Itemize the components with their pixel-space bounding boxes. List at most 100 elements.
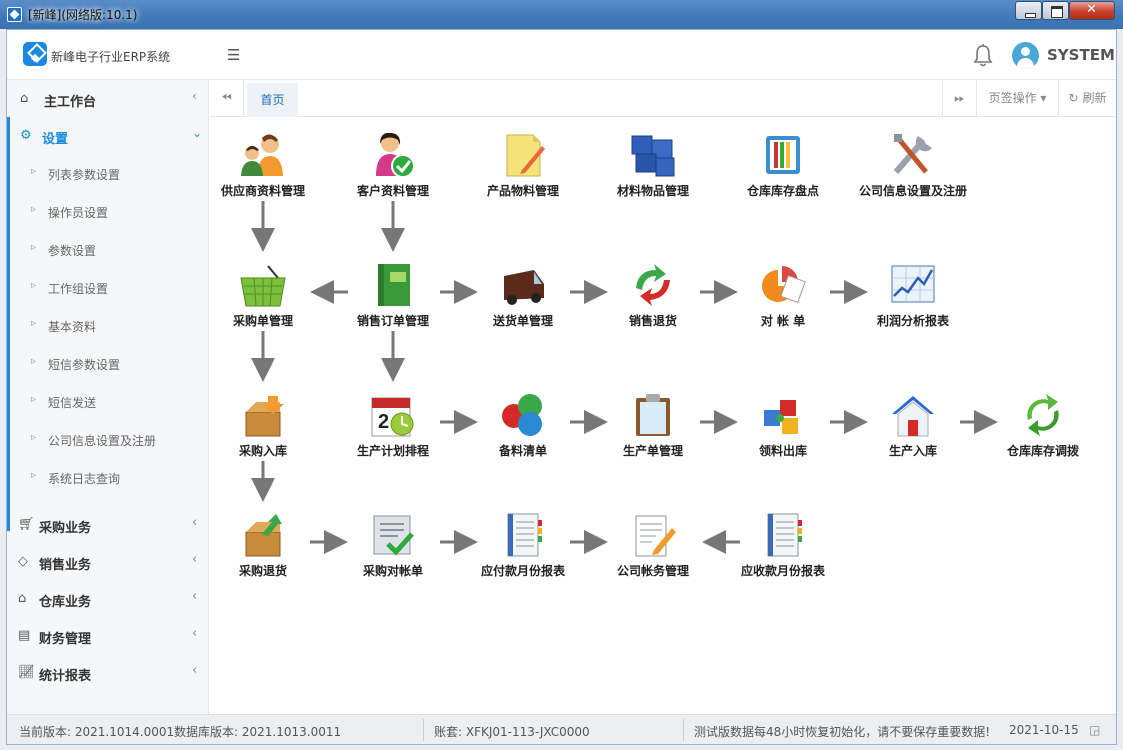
window-title: [新峰](网络版:10.1)	[28, 8, 138, 22]
node-supplier[interactable]: 供应商资料管理	[198, 132, 328, 199]
home-icon: ⌂	[20, 91, 29, 106]
chevron-left-icon: ‹	[192, 515, 198, 530]
refresh-button[interactable]: ↻ 刷新	[1058, 80, 1116, 117]
supplier-icon	[241, 134, 283, 176]
sidebar-subitem[interactable]: ▹ 工作组设置	[7, 268, 209, 306]
sidebar-item-reports[interactable]: 📈︎ 统计报表 ‹	[7, 654, 209, 691]
sidebar-item-workbench[interactable]: ⌂ 主工作台 ‹	[7, 80, 209, 117]
customer-icon	[376, 132, 415, 178]
node-reconcile[interactable]: 对 帐 单	[718, 262, 848, 329]
sidebar-subitem[interactable]: ▹ 操作员设置	[7, 192, 209, 230]
minimize-button[interactable]	[1015, 1, 1042, 20]
box-out-icon	[245, 514, 282, 557]
menu-toggle-icon[interactable]: ☰	[227, 46, 240, 64]
node-receivable[interactable]: 应收款月份报表	[718, 512, 848, 579]
sidebar-subitem[interactable]: ▹ 参数设置	[7, 230, 209, 268]
pointer-icon: ▹	[31, 242, 37, 253]
node-material-out[interactable]: 领料出库	[718, 392, 848, 459]
recycle-icon	[1027, 394, 1059, 436]
node-sales-order[interactable]: 销售订单管理	[328, 262, 458, 329]
warehouse-icon: ⌂	[18, 591, 27, 606]
sidebar-subitem[interactable]: ▹ 公司信息设置及注册	[7, 420, 209, 458]
node-purchase-return[interactable]: 采购退货	[198, 512, 328, 579]
pointer-icon: ▹	[31, 166, 37, 177]
chevron-left-icon: ‹	[192, 552, 198, 567]
account-set: 账套: XFKJ01-113-JXC0000	[434, 725, 590, 739]
color-balls-icon	[502, 394, 542, 436]
line-chart-icon	[891, 265, 935, 303]
sidebar-item-sales[interactable]: ◇ 销售业务 ‹	[7, 543, 209, 580]
page-ops-dropdown[interactable]: 页签操作 ▾	[976, 80, 1058, 117]
pie-chart-icon	[762, 266, 806, 304]
document-pen-icon	[635, 515, 676, 557]
calendar-clock-icon: 2	[371, 397, 414, 437]
status-bar: 当前版本: 2021.1014.0001 数据库版本: 2021.1013.00…	[7, 714, 1116, 744]
house-icon	[892, 396, 934, 437]
tabs-scroll-left-icon[interactable]: ⏪︎	[210, 80, 244, 117]
sidebar-subitem[interactable]: ▹ 短信发送	[7, 382, 209, 420]
tabs-scroll-right-icon[interactable]: ⏩︎	[942, 80, 976, 117]
sidebar-item-purchase[interactable]: 🛒︎ 采购业务 ‹	[7, 506, 209, 543]
node-bom[interactable]: 备料清单	[458, 392, 588, 459]
sidebar: ⌂ 主工作台 ‹ ⚙ 设置 ⌄ ▹ 列表参数设置 ▹ 操作员设置 ▹ 参数设置 ▹ 工作…	[7, 80, 209, 714]
node-customer[interactable]: 客户资料管理	[328, 132, 458, 199]
user-avatar[interactable]	[1012, 42, 1039, 69]
chevron-left-icon: ‹	[192, 89, 197, 103]
node-product[interactable]: 产品物料管理	[458, 132, 588, 199]
pointer-icon: ▹	[31, 280, 37, 291]
node-transfer[interactable]: 仓库库存调拨	[978, 392, 1108, 459]
app-logo-icon	[23, 42, 47, 66]
basket-icon	[240, 265, 286, 307]
node-purchase-in[interactable]: 采购入库	[198, 392, 328, 459]
app-frame: 新峰电子行业ERP系统 ☰ SYSTEM ⌂ 主工作台 ‹ ⚙ 设置 ⌄ ▹ 列表…	[6, 29, 1117, 745]
cart-icon: 🛒︎	[18, 517, 35, 532]
resize-grip-icon[interactable]: ◲	[1089, 723, 1100, 737]
node-stocktake[interactable]: 仓库库存盘点	[718, 132, 848, 199]
sidebar-item-settings[interactable]: ⚙ 设置 ⌄	[7, 117, 209, 154]
maximize-button[interactable]	[1042, 1, 1069, 20]
ledger-icon: ▤	[18, 628, 31, 643]
close-button[interactable]	[1069, 1, 1115, 20]
node-delivery[interactable]: 送货单管理	[458, 262, 588, 329]
pointer-icon: ▹	[31, 394, 37, 405]
pointer-icon: ▹	[31, 356, 37, 367]
node-production-plan[interactable]: 2 生产计划排程	[328, 392, 458, 459]
node-production-in[interactable]: 生产入库	[848, 392, 978, 459]
return-arrows-icon	[636, 264, 670, 306]
app-header: 新峰电子行业ERP系统 ☰ SYSTEM	[7, 30, 1116, 80]
sidebar-item-warehouse[interactable]: ⌂ 仓库业务 ‹	[7, 580, 209, 617]
report-book-icon	[767, 513, 802, 557]
node-purchase-reconcile[interactable]: 采购对帐单	[328, 512, 458, 579]
cubes-icon	[631, 135, 675, 177]
tabs-bar: ⏪︎ 首页 ⏩︎ 页签操作 ▾ ↻ 刷新	[210, 80, 1116, 117]
bell-icon[interactable]	[972, 43, 994, 67]
sidebar-subitem[interactable]: ▹ 系统日志查询	[7, 458, 209, 496]
sidebar-item-finance[interactable]: ▤ 财务管理 ‹	[7, 617, 209, 654]
sidebar-subitem[interactable]: ▹ 短信参数设置	[7, 344, 209, 382]
node-accounts[interactable]: 公司帐务管理	[588, 512, 718, 579]
status-date: 2021-10-15	[1009, 723, 1079, 737]
pointer-icon: ▹	[31, 432, 37, 443]
status-notice: 测试版数据每48小时恢复初始化，请不要保存重要数据!	[694, 725, 991, 739]
pointer-icon: ▹	[31, 204, 37, 215]
node-purchase-order[interactable]: 采购单管理	[198, 262, 328, 329]
tag-icon: ◇	[18, 554, 28, 569]
status-divider	[423, 719, 424, 741]
line-chart-icon: 📈︎	[18, 665, 35, 680]
chevron-left-icon: ‹	[192, 663, 198, 678]
node-payable[interactable]: 应付款月份报表	[458, 512, 588, 579]
sidebar-subitem[interactable]: ▹ 列表参数设置	[7, 154, 209, 192]
gear-icon: ⚙	[20, 128, 32, 143]
node-sales-return[interactable]: 销售退货	[588, 262, 718, 329]
sidebar-subitem[interactable]: ▹ 基本资料	[7, 306, 209, 344]
refresh-icon: ↻	[1068, 91, 1079, 105]
node-production-order[interactable]: 生产单管理	[588, 392, 718, 459]
app-window-icon	[7, 7, 22, 22]
user-name[interactable]: SYSTEM	[1047, 46, 1115, 64]
app-version: 当前版本: 2021.1014.0001	[19, 725, 175, 739]
node-profit[interactable]: 利润分析报表	[848, 262, 978, 329]
node-company-info[interactable]: 公司信息设置及注册	[848, 132, 978, 199]
node-material[interactable]: 材料物品管理	[588, 132, 718, 199]
tab-home[interactable]: 首页	[247, 83, 298, 117]
window-titlebar: [新峰](网络版:10.1)	[0, 0, 1123, 29]
